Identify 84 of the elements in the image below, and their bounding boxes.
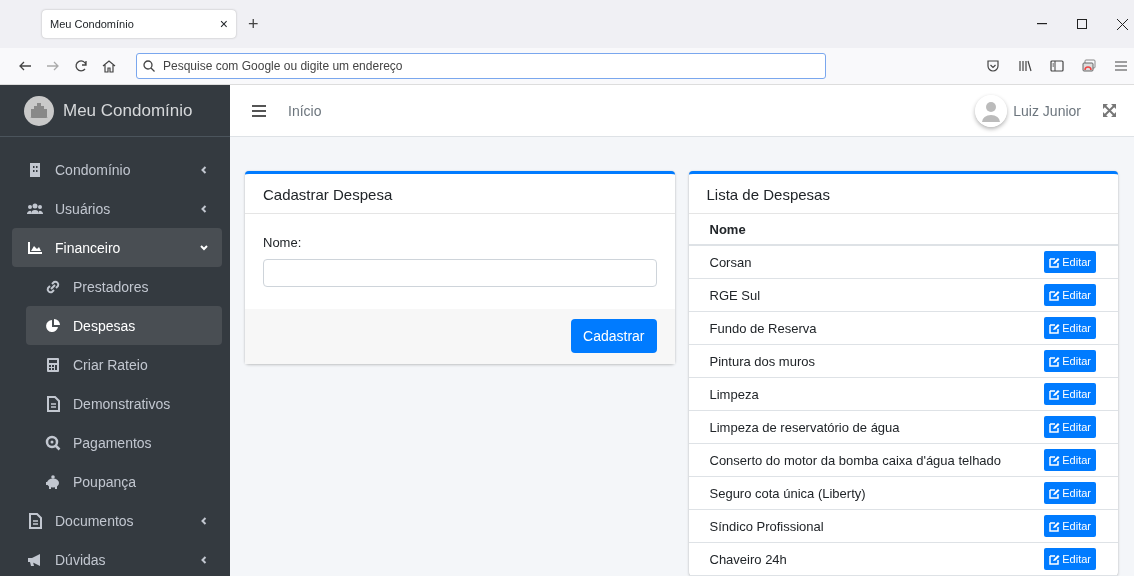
sidebar-item[interactable]: Pagamentos xyxy=(26,423,222,462)
user-name[interactable]: Luiz Junior xyxy=(1013,102,1081,119)
logo-icon xyxy=(24,95,54,126)
edit-icon xyxy=(1049,520,1061,532)
tab-close-button[interactable]: × xyxy=(219,16,228,32)
edit-button[interactable]: Editar xyxy=(1044,284,1096,306)
edit-button[interactable]: Editar xyxy=(1044,449,1096,471)
edit-button[interactable]: Editar xyxy=(1044,350,1096,372)
edit-button[interactable]: Editar xyxy=(1044,251,1096,273)
edit-icon xyxy=(1049,421,1061,433)
area-chart-icon xyxy=(27,239,43,256)
card-title: Cadastrar Despesa xyxy=(263,186,393,203)
maximize-icon[interactable] xyxy=(1077,19,1087,29)
edit-icon xyxy=(1049,454,1061,466)
edit-icon xyxy=(1049,256,1061,268)
table-cell-text: Corsan xyxy=(709,254,753,270)
back-arrow-icon[interactable] xyxy=(18,59,32,73)
megaphone-icon xyxy=(27,551,43,568)
edit-button[interactable]: Editar xyxy=(1044,548,1096,570)
table-cell-text: Chaveiro 24h xyxy=(709,551,788,567)
chevron-down-icon xyxy=(200,243,208,252)
home-icon[interactable] xyxy=(102,59,116,73)
minimize-icon[interactable] xyxy=(1037,23,1047,25)
edit-icon xyxy=(1049,553,1061,565)
edit-button[interactable]: Editar xyxy=(1044,515,1096,537)
edit-icon xyxy=(1049,355,1061,367)
building-icon xyxy=(27,161,43,178)
chevron-left-icon xyxy=(200,555,208,564)
edit-button[interactable]: Editar xyxy=(1044,482,1096,504)
sidebar-item[interactable]: Condomínio xyxy=(12,150,222,189)
screenshot-icon[interactable] xyxy=(1082,59,1096,73)
edit-icon xyxy=(1049,322,1061,334)
table-cell-text: Síndico Profissional xyxy=(709,518,825,534)
sidebar-item[interactable]: Documentos xyxy=(12,501,222,540)
pocket-icon[interactable] xyxy=(986,59,1000,73)
chevron-left-icon xyxy=(200,516,208,525)
table-cell-text: Limpeza xyxy=(709,386,760,402)
column-header: Nome xyxy=(709,221,746,237)
edit-button[interactable]: Editar xyxy=(1044,317,1096,339)
edit-icon xyxy=(1049,289,1061,301)
sidebar-item[interactable]: Financeiro xyxy=(12,228,222,267)
edit-button[interactable]: Editar xyxy=(1044,416,1096,438)
close-icon[interactable] xyxy=(1117,18,1128,30)
submit-button[interactable]: Cadastrar xyxy=(571,319,657,353)
address-bar[interactable]: Pesquise com Google ou digite um endereço xyxy=(136,53,826,79)
table-cell-text: Pintura dos muros xyxy=(709,353,816,369)
chevron-left-icon xyxy=(200,165,208,174)
edit-icon xyxy=(1049,487,1061,499)
new-tab-button[interactable]: + xyxy=(248,13,259,35)
home-link[interactable]: Início xyxy=(288,102,322,119)
table-cell-text: Conserto do motor da bomba caixa d'água telhado xyxy=(709,452,1003,468)
magnifier-icon xyxy=(45,434,61,451)
sidebar-item[interactable]: Dúvidas xyxy=(12,540,222,576)
link-icon xyxy=(45,278,61,295)
table-cell-text: Limpeza de reservatório de água xyxy=(709,419,901,435)
menu-icon[interactable] xyxy=(252,104,266,117)
sidebar-item[interactable]: Poupança xyxy=(26,462,222,501)
brand-title[interactable]: Meu Condomínio xyxy=(63,100,193,121)
avatar-icon xyxy=(975,94,1008,127)
sidebar-item[interactable]: Prestadores xyxy=(26,267,222,306)
sidebar-icon[interactable] xyxy=(1050,59,1064,73)
tab-title: Meu Condomínio xyxy=(50,18,134,30)
reload-icon[interactable] xyxy=(74,59,88,73)
sidebar-item[interactable]: Usuários xyxy=(12,189,222,228)
table-cell-text: Fundo de Reserva xyxy=(709,320,818,336)
field-label: Nome: xyxy=(263,235,302,250)
chevron-left-icon xyxy=(200,204,208,213)
sidebar-item[interactable]: Despesas xyxy=(26,306,222,345)
fullscreen-icon[interactable] xyxy=(1103,104,1116,117)
sidebar-item[interactable]: Demonstrativos xyxy=(26,384,222,423)
document-icon xyxy=(45,395,61,412)
card-title: Lista de Despesas xyxy=(706,186,830,203)
pie-chart-icon xyxy=(45,317,61,334)
table-cell-text: Seguro cota única (Liberty) xyxy=(709,485,867,501)
library-icon[interactable] xyxy=(1018,59,1032,73)
edit-button[interactable]: Editar xyxy=(1044,383,1096,405)
table-cell-text: RGE Sul xyxy=(709,287,762,303)
sidebar-item[interactable]: Criar Rateio xyxy=(26,345,222,384)
edit-icon xyxy=(1049,388,1061,400)
browser-tab[interactable]: Meu Condomínio × xyxy=(42,10,236,38)
input-field[interactable] xyxy=(263,259,657,287)
piggy-bank-icon xyxy=(45,473,61,490)
calculator-icon xyxy=(45,356,61,373)
document-icon xyxy=(27,512,43,529)
